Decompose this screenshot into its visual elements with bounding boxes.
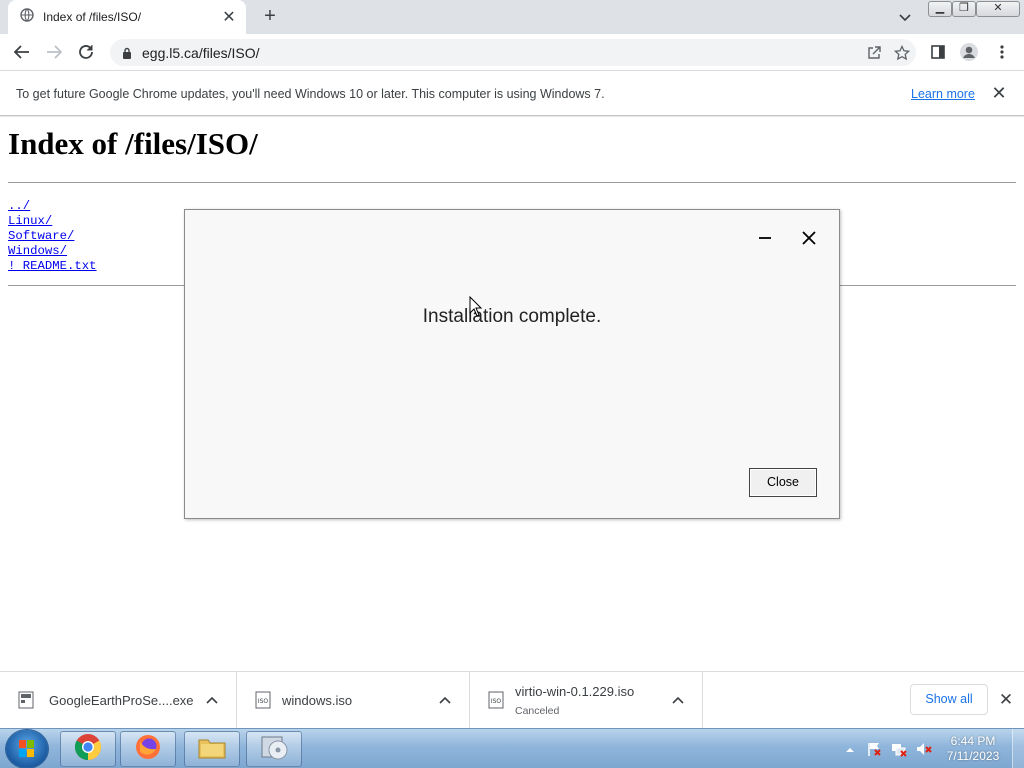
chevron-up-icon[interactable] <box>437 692 453 708</box>
download-item[interactable]: ISO windows.iso <box>237 672 470 728</box>
divider <box>8 182 1016 183</box>
exe-file-icon <box>18 691 34 709</box>
reload-icon[interactable] <box>74 40 98 64</box>
show-all-button[interactable]: Show all <box>910 684 988 715</box>
taskbar-chrome-button[interactable] <box>60 731 116 767</box>
download-shelf: GoogleEarthProSe....exe ISO windows.iso … <box>0 671 1024 728</box>
disc-installer-icon <box>259 733 289 766</box>
clock-time: 6:44 PM <box>950 734 996 748</box>
firefox-icon <box>134 733 162 766</box>
new-tab-button[interactable]: + <box>258 4 282 30</box>
action-center-flag-icon[interactable] <box>866 741 882 757</box>
download-filename: GoogleEarthProSe....exe <box>49 693 194 708</box>
chrome-icon <box>74 733 102 766</box>
shelf-close-icon[interactable]: ✕ <box>997 691 1015 709</box>
iso-file-icon: ISO <box>488 691 504 709</box>
page-title: Index of /files/ISO/ <box>8 126 258 161</box>
taskbar-installer-button[interactable] <box>246 731 302 767</box>
show-desktop-button[interactable] <box>1012 729 1024 768</box>
download-filename: virtio-win-0.1.229.iso <box>515 684 635 699</box>
svg-text:ISO: ISO <box>258 698 269 705</box>
browser-toolbar: egg.l5.ca/files/ISO/ <box>0 34 1024 70</box>
profile-avatar-icon[interactable] <box>957 40 981 64</box>
volume-muted-icon[interactable] <box>916 741 932 757</box>
tab-search-chevron-icon[interactable] <box>896 8 914 26</box>
iso-file-icon: ISO <box>255 691 271 709</box>
windows-folder-link[interactable]: Windows/ <box>8 244 97 259</box>
share-icon[interactable] <box>860 41 888 65</box>
download-status: Canceled <box>515 705 560 717</box>
tab-title: Index of /files/ISO/ <box>43 10 142 24</box>
side-panel-icon[interactable] <box>926 40 950 64</box>
download-item[interactable]: GoogleEarthProSe....exe <box>0 672 237 728</box>
kebab-menu-icon[interactable] <box>990 40 1014 64</box>
window-minimize-button[interactable]: ▁ <box>928 1 952 17</box>
readme-file-link[interactable]: ! README.txt <box>8 259 97 274</box>
forward-arrow-icon[interactable] <box>42 40 66 64</box>
bookmark-star-icon[interactable] <box>888 41 916 65</box>
tab-close-icon[interactable]: ✕ <box>220 7 238 27</box>
parent-directory-link[interactable]: ../ <box>8 199 97 214</box>
windows-taskbar: 6:44 PM 7/11/2023 <box>0 728 1024 768</box>
dialog-minimize-icon[interactable] <box>753 226 777 250</box>
window-restore-button[interactable]: ❐ <box>952 1 976 17</box>
url-text[interactable]: egg.l5.ca/files/ISO/ <box>142 45 860 61</box>
dialog-close-icon[interactable] <box>797 226 821 250</box>
infobar-message: To get future Google Chrome updates, you… <box>16 87 605 101</box>
system-clock[interactable]: 6:44 PM 7/11/2023 <box>944 734 1002 764</box>
window-close-button[interactable]: ✕ <box>976 1 1020 17</box>
folder-icon <box>197 734 227 765</box>
start-button[interactable] <box>6 730 48 768</box>
close-button[interactable]: Close <box>749 468 817 497</box>
update-infobar: To get future Google Chrome updates, you… <box>0 70 1024 116</box>
download-filename: windows.iso <box>282 693 353 708</box>
mouse-cursor-icon <box>469 295 483 318</box>
directory-listing: ../ Linux/ Software/ Windows/ ! README.t… <box>8 199 97 274</box>
clock-date: 7/11/2023 <box>946 749 1000 763</box>
software-folder-link[interactable]: Software/ <box>8 229 97 244</box>
chevron-up-icon[interactable] <box>670 692 686 708</box>
globe-icon <box>20 7 34 27</box>
learn-more-link[interactable]: Learn more <box>911 87 975 101</box>
back-arrow-icon[interactable] <box>10 40 34 64</box>
lock-icon[interactable] <box>120 46 134 60</box>
dialog-message: Installation complete. <box>422 306 602 327</box>
chevron-up-icon[interactable] <box>204 692 220 708</box>
linux-folder-link[interactable]: Linux/ <box>8 214 97 229</box>
taskbar-explorer-button[interactable] <box>184 731 240 767</box>
tray-expand-icon[interactable] <box>844 743 856 755</box>
network-icon[interactable] <box>891 741 907 757</box>
browser-tab[interactable]: Index of /files/ISO/ ✕ <box>8 0 246 34</box>
svg-text:ISO: ISO <box>491 698 502 705</box>
tab-strip: Index of /files/ISO/ ✕ + ▁ ❐ ✕ <box>0 0 1024 34</box>
installation-dialog: Installation complete. Close <box>184 209 840 519</box>
taskbar-firefox-button[interactable] <box>120 731 176 767</box>
download-item[interactable]: ISO virtio-win-0.1.229.iso Canceled <box>470 672 703 728</box>
address-bar[interactable]: egg.l5.ca/files/ISO/ <box>110 39 916 66</box>
infobar-close-icon[interactable]: ✕ <box>990 84 1008 102</box>
